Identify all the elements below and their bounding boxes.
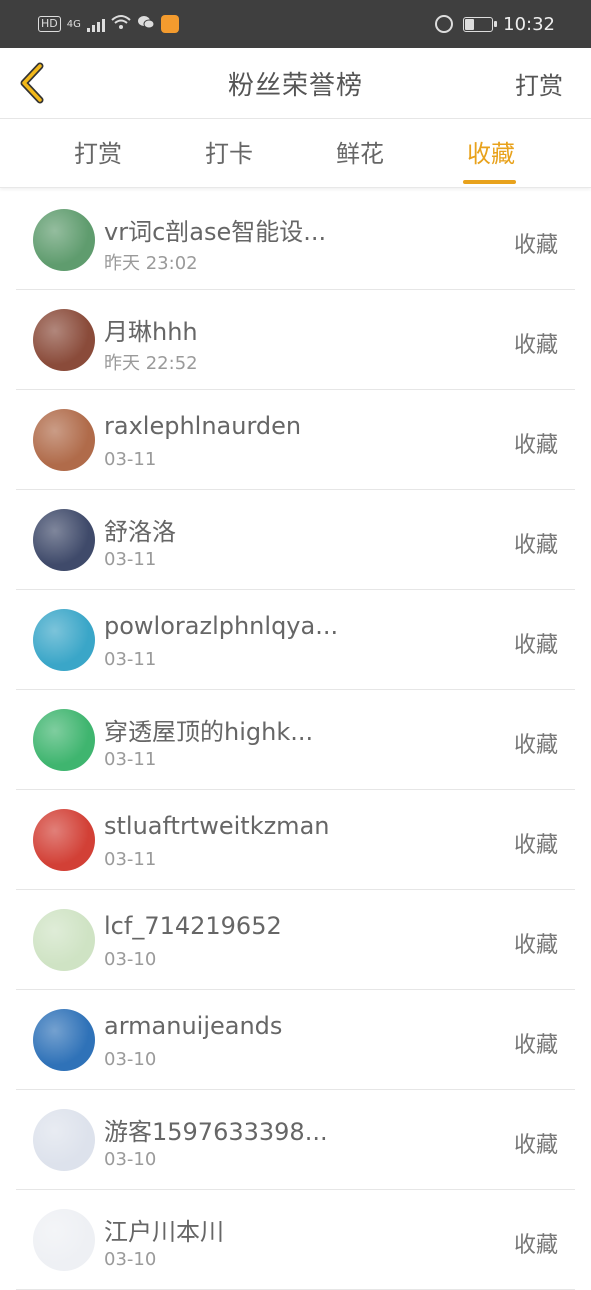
alarm-icon <box>435 15 454 33</box>
action-label: 收藏 <box>513 1133 558 1158</box>
chevron-left-icon <box>20 62 44 104</box>
battery-icon <box>463 16 498 32</box>
avatar[interactable] <box>33 709 95 771</box>
tab-bar: 打赏 打卡 鲜花 收藏 <box>0 119 591 188</box>
list-item[interactable]: stluaftrtweitkzman 03-11 收藏 <box>16 790 575 890</box>
avatar[interactable] <box>33 409 95 471</box>
action-label: 收藏 <box>513 533 558 558</box>
reward-button[interactable]: 打赏 <box>515 66 563 101</box>
timestamp: 03-11 <box>104 849 157 870</box>
uc-browser-icon <box>160 15 179 33</box>
list-item[interactable]: raxlephlnaurden 03-11 收藏 <box>16 390 575 490</box>
timestamp: 03-10 <box>104 949 157 970</box>
timestamp: 03-11 <box>104 549 157 570</box>
timestamp: 03-11 <box>104 449 157 470</box>
status-right: 10:32 <box>435 14 555 35</box>
back-button[interactable] <box>14 60 54 106</box>
avatar[interactable] <box>33 609 95 671</box>
battery-level <box>465 18 474 30</box>
user-name: vr词c剖ase智能设... <box>104 218 327 246</box>
user-name: 江户川本川 <box>104 1218 224 1246</box>
status-bar: HD 4G 10:32 <box>0 0 591 48</box>
user-name: lcf_714219652 <box>104 912 282 940</box>
timestamp: 昨天 22:52 <box>104 353 198 374</box>
action-label: 收藏 <box>513 233 558 258</box>
timestamp: 03-10 <box>104 1149 157 1170</box>
avatar[interactable] <box>33 909 95 971</box>
timestamp: 03-11 <box>104 749 157 770</box>
avatar[interactable] <box>33 809 95 871</box>
user-name: powlorazlphnlqya... <box>104 612 339 640</box>
user-name: stluaftrtweitkzman <box>104 812 330 840</box>
status-time: 10:32 <box>503 13 555 35</box>
list-item[interactable]: powlorazlphnlqya... 03-11 收藏 <box>16 590 575 690</box>
user-name: raxlephlnaurden <box>104 412 302 440</box>
user-name: 穿透屋顶的highk... <box>104 718 314 746</box>
action-label: 收藏 <box>513 1033 558 1058</box>
signal-icon <box>86 16 105 32</box>
list-item[interactable]: 舒洛洛 03-11 收藏 <box>16 490 575 590</box>
action-label: 收藏 <box>513 833 558 858</box>
list-item[interactable]: 穿透屋顶的highk... 03-11 收藏 <box>16 690 575 790</box>
timestamp: 03-10 <box>104 1249 157 1270</box>
action-label: 收藏 <box>513 1233 558 1258</box>
list-item[interactable]: 江户川本川 03-10 收藏 <box>16 1190 575 1290</box>
action-label: 收藏 <box>513 333 558 358</box>
hd-badge: HD <box>38 16 61 32</box>
avatar[interactable] <box>33 1209 95 1271</box>
tab-checkin[interactable]: 打卡 <box>164 119 294 187</box>
fan-list: vr词c剖ase智能设... 昨天 23:02 收藏 月琳hhh 昨天 22:52 收藏 r… <box>16 190 575 1290</box>
page-title: 粉丝荣誉榜 <box>227 70 363 101</box>
timestamp: 03-11 <box>104 649 157 670</box>
avatar[interactable] <box>33 1009 95 1071</box>
timestamp: 03-10 <box>104 1049 157 1070</box>
user-name: 舒洛洛 <box>104 518 176 546</box>
action-label: 收藏 <box>513 733 558 758</box>
avatar[interactable] <box>33 209 95 271</box>
tab-favorites[interactable]: 收藏 <box>426 119 556 187</box>
avatar[interactable] <box>33 509 95 571</box>
action-label: 收藏 <box>513 933 558 958</box>
user-name: 游客1597633398... <box>104 1118 328 1146</box>
list-item[interactable]: vr词c剖ase智能设... 昨天 23:02 收藏 <box>16 190 575 290</box>
status-left: HD 4G <box>38 14 179 34</box>
avatar[interactable] <box>33 309 95 371</box>
list-item[interactable]: armanuijeands 03-10 收藏 <box>16 990 575 1090</box>
action-label: 收藏 <box>513 433 558 458</box>
network-type-label: 4G <box>66 18 81 30</box>
timestamp: 昨天 23:02 <box>104 253 198 274</box>
tab-reward[interactable]: 打赏 <box>33 119 163 187</box>
wechat-icon <box>137 14 155 34</box>
list-item[interactable]: lcf_714219652 03-10 收藏 <box>16 890 575 990</box>
user-name: 月琳hhh <box>104 318 198 346</box>
wifi-icon <box>111 14 131 34</box>
nav-bar: 粉丝荣誉榜 打赏 <box>0 48 591 119</box>
list-item[interactable]: 月琳hhh 昨天 22:52 收藏 <box>16 290 575 390</box>
user-name: armanuijeands <box>104 1012 283 1040</box>
avatar[interactable] <box>33 1109 95 1171</box>
action-label: 收藏 <box>513 633 558 658</box>
list-item[interactable]: 游客1597633398... 03-10 收藏 <box>16 1090 575 1190</box>
tab-flowers[interactable]: 鲜花 <box>295 119 425 187</box>
